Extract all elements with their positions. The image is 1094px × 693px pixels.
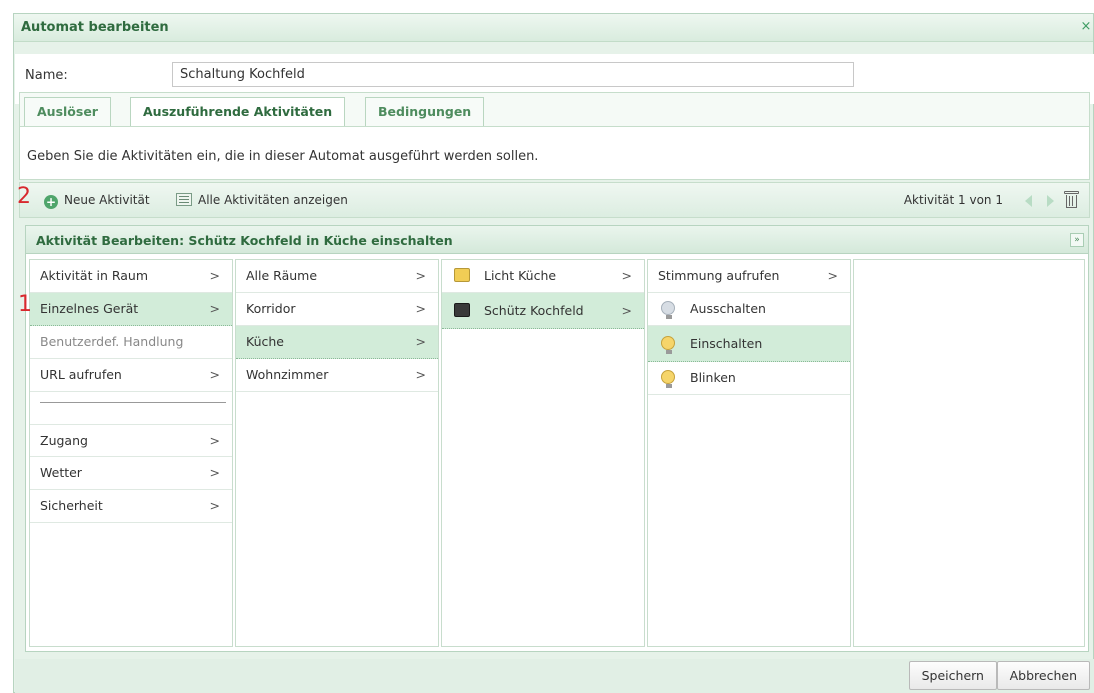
annotation-marker-2: 2 (17, 184, 31, 209)
list-item-switch-on[interactable]: Einschalten (648, 326, 850, 362)
list-item-blink[interactable]: Blinken (648, 362, 850, 395)
list-item-call-mood[interactable]: Stimmung aufrufen > (648, 260, 850, 293)
list-item-living-room[interactable]: Wohnzimmer > (236, 359, 438, 392)
divider (40, 402, 226, 403)
name-input[interactable]: Schaltung Kochfeld (172, 62, 854, 87)
bulb-on-icon (661, 336, 675, 354)
empty-column (853, 259, 1085, 647)
show-all-activities-button[interactable]: Alle Aktivitäten anzeigen (176, 193, 348, 207)
list-item-security[interactable]: Sicherheit > (30, 490, 232, 523)
list-item-activity-in-room[interactable]: Aktivität in Raum > (30, 260, 232, 293)
annotation-marker-1: 1 (18, 292, 32, 317)
tab-bedingungen[interactable]: Bedingungen (365, 97, 485, 126)
list-item-custom-action: Benutzerdef. Handlung (30, 326, 232, 359)
list-item-weather[interactable]: Wetter > (30, 457, 232, 490)
new-activity-label: Neue Aktivität (64, 193, 150, 207)
list-item-contactor-cooktop[interactable]: Schütz Kochfeld > (442, 293, 644, 329)
close-icon[interactable]: × (1079, 19, 1093, 35)
edit-panel-title: Aktivität Bearbeiten: Schütz Kochfeld in… (36, 233, 453, 248)
list-item-call-url[interactable]: URL aufrufen > (30, 359, 232, 392)
activity-columns: Aktivität in Raum > Einzelnes Gerät > Benu… (29, 259, 1085, 647)
edit-panel-header: Aktivität Bearbeiten: Schütz Kochfeld in… (26, 226, 1088, 254)
action-column: Stimmung aufrufen > Ausschalten Einschalt… (647, 259, 851, 647)
bulb-off-icon (661, 301, 675, 319)
list-item-access[interactable]: Zugang > (30, 424, 232, 457)
edit-automat-window: Automat bearbeiten × Name: Schaltung Koc… (13, 13, 1094, 693)
add-icon: + (44, 195, 58, 209)
list-item-all-rooms[interactable]: Alle Räume > (236, 260, 438, 293)
cancel-button[interactable]: Abbrechen (996, 661, 1090, 690)
category-column: Aktivität in Raum > Einzelnes Gerät > Benu… (29, 259, 233, 647)
next-arrow-icon[interactable] (1047, 195, 1054, 207)
list-item-light-kitchen[interactable]: Licht Küche > (442, 260, 644, 293)
tab-auszufuehrende-aktivitaeten[interactable]: Auszuführende Aktivitäten (130, 97, 346, 128)
show-all-label: Alle Aktivitäten anzeigen (198, 193, 348, 207)
previous-arrow-icon[interactable] (1025, 195, 1032, 207)
edit-activity-panel: Aktivität Bearbeiten: Schütz Kochfeld in… (25, 225, 1089, 652)
tab-ausloeser[interactable]: Auslöser (24, 97, 111, 126)
window-titlebar: Automat bearbeiten × (14, 14, 1093, 42)
list-edit-icon (176, 193, 192, 206)
name-label: Name: (25, 68, 68, 83)
pager-text: Aktivität 1 von 1 (903, 193, 1003, 207)
info-box: Geben Sie die Aktivitäten ein, die in di… (19, 126, 1090, 180)
bulb-blink-icon (661, 370, 675, 388)
new-activity-button[interactable]: + Neue Aktivität (44, 193, 150, 209)
contactor-device-icon (454, 303, 470, 317)
room-column: Alle Räume > Korridor > Küche > Wohnzimmer > (235, 259, 439, 647)
list-item-single-device[interactable]: Einzelnes Gerät > (30, 293, 232, 326)
collapse-icon[interactable]: » (1070, 233, 1084, 247)
device-column: Licht Küche > Schütz Kochfeld > (441, 259, 645, 647)
dialog-footer: Speichern Abbrechen (15, 659, 1094, 693)
window-title: Automat bearbeiten (21, 20, 169, 35)
save-button[interactable]: Speichern (908, 661, 997, 690)
activity-toolbar: + Neue Aktivität Alle Aktivitäten anzeige… (19, 182, 1090, 218)
info-text: Geben Sie die Aktivitäten ein, die in di… (27, 149, 539, 164)
light-device-icon (454, 268, 470, 282)
list-item-kitchen[interactable]: Küche > (236, 326, 438, 359)
list-item-corridor[interactable]: Korridor > (236, 293, 438, 326)
tab-bar: Auslöser Auszuführende Aktivitäten Bedin… (19, 92, 1090, 128)
trash-icon[interactable] (1063, 189, 1080, 209)
list-item-switch-off[interactable]: Ausschalten (648, 293, 850, 326)
